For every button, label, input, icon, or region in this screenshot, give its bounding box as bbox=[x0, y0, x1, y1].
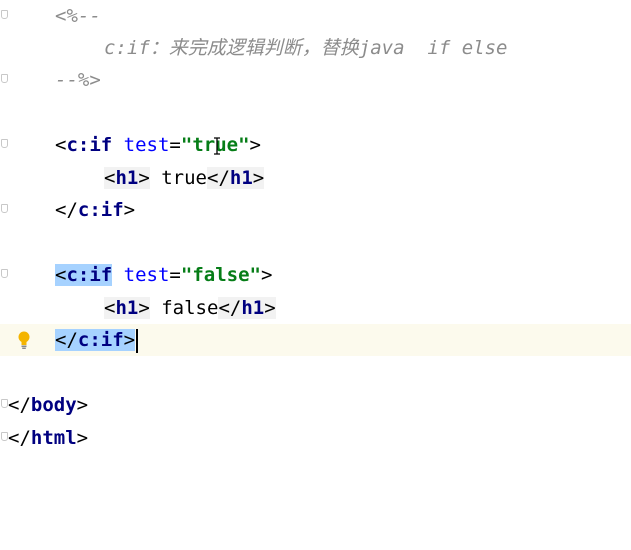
h1-true-element: <h1> true</h1> bbox=[104, 162, 265, 194]
html-close-tag: </html> bbox=[8, 422, 88, 454]
tag-bracket: > bbox=[138, 167, 150, 189]
tag-bracket: </ bbox=[55, 199, 78, 221]
lightbulb-icon[interactable] bbox=[18, 330, 30, 350]
fold-marker-icon[interactable] bbox=[1, 10, 8, 19]
comment-cjk: ：来完成逻辑判断，替换 bbox=[149, 37, 359, 59]
tag-bracket: > bbox=[123, 329, 136, 351]
tag-bracket: </ bbox=[207, 167, 230, 189]
tag-name: c:if bbox=[77, 329, 124, 351]
tag-name: c:if bbox=[77, 199, 124, 221]
tag-bracket: </ bbox=[218, 297, 242, 319]
code-line-html-close[interactable]: </html> bbox=[0, 422, 631, 454]
attr-value: "false" bbox=[180, 264, 261, 286]
code-line-h1-true[interactable]: <h1> true</h1> bbox=[0, 162, 631, 194]
code-line-if-true-open[interactable]: <c:if test="true"> bbox=[0, 129, 631, 161]
fold-marker-icon[interactable] bbox=[1, 269, 8, 278]
code-editor[interactable]: <%-- c:if：来完成逻辑判断，替换java if else --%> <c… bbox=[0, 0, 631, 465]
code-line-if-false-close[interactable]: </c:if> bbox=[0, 324, 631, 356]
tag-bracket: > bbox=[138, 297, 150, 319]
tag-name: body bbox=[30, 394, 77, 416]
attr-name: test bbox=[112, 134, 170, 156]
code-line-comment-open[interactable]: <%-- bbox=[0, 0, 631, 32]
tag-bracket: > bbox=[260, 264, 273, 286]
tag-bracket: < bbox=[104, 297, 116, 319]
fold-marker-icon[interactable] bbox=[1, 399, 8, 408]
attr-name: test bbox=[112, 264, 170, 286]
if-false-close-tag: </c:if> bbox=[55, 324, 139, 356]
h1-false-element: <h1> false</h1> bbox=[104, 292, 276, 324]
tag-bracket: </ bbox=[55, 329, 78, 351]
comment-open: <%-- bbox=[55, 5, 101, 27]
tag-bracket: > bbox=[76, 427, 89, 449]
attr-equals: = bbox=[169, 264, 181, 286]
tag-bracket: </ bbox=[8, 427, 31, 449]
text-caret bbox=[136, 328, 139, 353]
tag-bracket: > bbox=[249, 134, 261, 156]
tag-bracket: </ bbox=[8, 394, 31, 416]
code-line-if-true-close[interactable]: </c:if> bbox=[0, 194, 631, 226]
comment-close: --%> bbox=[55, 69, 101, 91]
attr-equals: = bbox=[169, 134, 181, 156]
tag-bracket: > bbox=[123, 199, 136, 221]
code-line-comment-close[interactable]: --%> bbox=[0, 64, 631, 96]
tag-name: h1 bbox=[115, 297, 139, 319]
h1-text: false bbox=[149, 297, 219, 319]
tag-name: html bbox=[30, 427, 77, 449]
tag-name: h1 bbox=[241, 297, 265, 319]
tag-bracket: < bbox=[55, 134, 67, 156]
fold-marker-icon[interactable] bbox=[1, 74, 8, 83]
comment-prefix: c:if bbox=[104, 37, 150, 59]
if-true-close-tag: </c:if> bbox=[55, 194, 135, 226]
h1-text: true bbox=[149, 167, 207, 189]
tag-bracket: > bbox=[264, 297, 276, 319]
comment-suffix: java if else bbox=[358, 37, 508, 59]
if-false-open-tag: <c:if test="false"> bbox=[55, 259, 272, 291]
tag-name: h1 bbox=[229, 167, 253, 189]
code-line-if-false-open[interactable]: <c:if test="false"> bbox=[0, 259, 631, 291]
fold-marker-icon[interactable] bbox=[1, 432, 8, 441]
tag-name: c:if bbox=[66, 134, 113, 156]
tag-bracket: > bbox=[252, 167, 265, 189]
if-true-open-tag: <c:if test="true"> bbox=[55, 129, 261, 161]
comment-body: c:if：来完成逻辑判断，替换java if else bbox=[104, 32, 508, 64]
tag-bracket: < bbox=[55, 264, 67, 286]
tag-bracket: < bbox=[104, 167, 116, 189]
fold-marker-icon[interactable] bbox=[1, 204, 8, 213]
tag-bracket: > bbox=[76, 394, 89, 416]
code-line-h1-false[interactable]: <h1> false</h1> bbox=[0, 292, 631, 324]
body-close-tag: </body> bbox=[8, 389, 88, 421]
text-cursor-icon bbox=[214, 137, 220, 155]
fold-marker-icon[interactable] bbox=[1, 139, 8, 148]
tag-name: h1 bbox=[115, 167, 139, 189]
tag-name: c:if bbox=[66, 264, 113, 286]
code-line-body-close[interactable]: </body> bbox=[0, 389, 631, 421]
code-line-comment-body[interactable]: c:if：来完成逻辑判断，替换java if else bbox=[0, 32, 631, 64]
